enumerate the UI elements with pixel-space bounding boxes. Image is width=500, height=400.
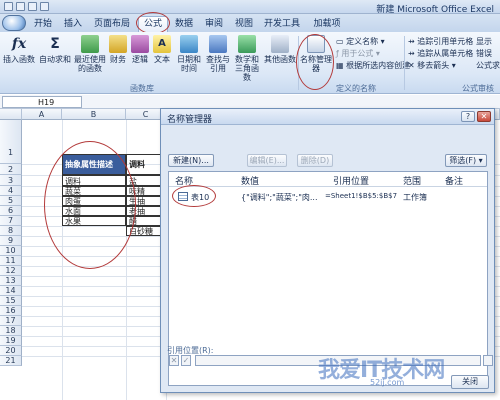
row-header[interactable]: 18	[0, 326, 22, 336]
name-row-scope: 工作簿	[403, 193, 427, 202]
error-check-item[interactable]: 错误	[476, 48, 492, 59]
use-in-formula-item[interactable]: ƒ 用于公式 ▾	[336, 48, 380, 59]
row-header[interactable]: 4	[0, 186, 22, 196]
new-name-button[interactable]: 新建(N)...	[168, 154, 214, 167]
sigma-icon: Σ	[50, 36, 60, 52]
cancel-edit-icon[interactable]: ✕	[169, 355, 179, 366]
select-all-corner[interactable]	[0, 109, 22, 120]
row-header[interactable]: 15	[0, 296, 22, 306]
book-gold-icon	[109, 35, 127, 53]
group-label-names: 定义的名称	[336, 84, 376, 93]
help-icon[interactable]: ?	[461, 111, 475, 122]
row-header[interactable]: 17	[0, 316, 22, 326]
tab-addins[interactable]: 加载项	[310, 17, 344, 32]
edit-name-button[interactable]: 编辑(E)...	[247, 154, 287, 167]
annotation-circle	[136, 12, 170, 34]
row-header[interactable]: 3	[0, 175, 22, 186]
name-row-value: {"调料";"蔬菜";"肉...	[241, 193, 318, 202]
ribbon: fx 插入函数 Σ 自动求和 最近使用的函数 财务 逻辑 A 文本 日期和时间 …	[0, 32, 500, 94]
confirm-edit-icon[interactable]: ✓	[181, 355, 191, 366]
row-header[interactable]: 1	[0, 120, 22, 164]
row-header[interactable]: 19	[0, 336, 22, 346]
name-row-ref: =Sheet1!$B$5:$B$7	[325, 192, 398, 200]
trace-dependents-item[interactable]: ⇸ 追踪从属单元格	[408, 48, 473, 59]
book-grey-icon	[271, 35, 289, 53]
other-functions-button[interactable]: 其他函数	[264, 35, 296, 64]
save-icon[interactable]	[16, 2, 25, 11]
group-label-library: 函数库	[130, 84, 154, 93]
row-header[interactable]: 20	[0, 346, 22, 356]
create-from-selection-item[interactable]: ▦ 根据所选内容创建	[336, 60, 410, 71]
row-header[interactable]: 9	[0, 236, 22, 246]
book-text-icon: A	[153, 35, 171, 53]
close-button[interactable]: 关闭	[451, 375, 489, 389]
row-header[interactable]: 12	[0, 266, 22, 276]
delete-name-button[interactable]: 删除(D)	[297, 154, 333, 167]
annotation-circle	[172, 185, 216, 207]
watermark-url: 52ij.com	[370, 378, 405, 387]
title-bar: 新建 Microsoft Office Excel	[0, 0, 500, 15]
financial-button[interactable]: 财务	[108, 35, 128, 64]
evaluate-formula-item[interactable]: 公式求	[476, 60, 500, 71]
office-button[interactable]	[2, 15, 26, 31]
book-math-icon	[238, 35, 256, 53]
lookup-button[interactable]: 查找与引用	[204, 35, 232, 73]
tab-review[interactable]: 审阅	[202, 17, 226, 32]
row-header[interactable]: 10	[0, 246, 22, 256]
show-formulas-item[interactable]: 显示	[476, 36, 492, 47]
math-button[interactable]: 数学和三角函数	[232, 35, 262, 82]
ribbon-tabs: 开始 插入 页面布局 公式 数据 审阅 视图 开发工具 加载项	[0, 14, 500, 32]
row-header[interactable]: 21	[0, 356, 22, 366]
filter-button[interactable]: 筛选(F) ▾	[445, 154, 487, 167]
row-header[interactable]: 16	[0, 306, 22, 316]
tab-page-layout[interactable]: 页面布局	[92, 17, 132, 32]
row-header[interactable]: 5	[0, 196, 22, 206]
book-clock-icon	[180, 35, 198, 53]
tab-developer[interactable]: 开发工具	[260, 17, 304, 32]
group-label-auditing: 公式审核	[462, 84, 494, 93]
tab-data[interactable]: 数据	[172, 17, 196, 32]
trace-precedents-item[interactable]: ⇸ 追踪引用单元格	[408, 36, 473, 47]
tab-view[interactable]: 视图	[232, 17, 256, 32]
row-header[interactable]: 8	[0, 226, 22, 236]
row-header[interactable]: 2	[0, 164, 22, 175]
autosum-button[interactable]: Σ 自动求和	[38, 35, 72, 64]
name-manager-dialog: 名称管理器 ? ✕ 新建(N)... 编辑(E)... 删除(D) 筛选(F) …	[160, 108, 495, 393]
column-header[interactable]: B	[62, 109, 126, 120]
text-button[interactable]: A 文本	[152, 35, 172, 64]
row-header[interactable]: 13	[0, 276, 22, 286]
define-name-item[interactable]: ▭ 定义名称 ▾	[336, 36, 385, 47]
book-blue-icon	[209, 35, 227, 53]
dialog-title-bar[interactable]: 名称管理器 ? ✕	[161, 109, 494, 125]
book-green-icon	[81, 35, 99, 53]
fx-icon: fx	[11, 36, 27, 52]
row-header[interactable]: 11	[0, 256, 22, 266]
column-header[interactable]: A	[22, 109, 62, 120]
annotation-circle	[296, 34, 334, 90]
insert-function-button[interactable]: fx 插入函数	[2, 35, 36, 64]
dialog-title: 名称管理器	[167, 115, 213, 125]
logical-button[interactable]: 逻辑	[130, 35, 150, 64]
tab-insert[interactable]: 插入	[60, 17, 86, 32]
undo-icon[interactable]	[28, 2, 37, 11]
redo-icon[interactable]	[40, 2, 49, 11]
excel-logo-icon	[4, 2, 13, 11]
annotation-circle	[44, 141, 136, 269]
recent-functions-button[interactable]: 最近使用的函数	[72, 35, 108, 73]
close-icon[interactable]: ✕	[477, 111, 491, 122]
row-header[interactable]: 7	[0, 216, 22, 226]
name-box[interactable]: H19	[2, 96, 82, 108]
formula-bar: H19	[0, 95, 500, 109]
book-purple-icon	[131, 35, 149, 53]
row-header[interactable]: 14	[0, 286, 22, 296]
datetime-button[interactable]: 日期和时间	[174, 35, 204, 73]
tab-home[interactable]: 开始	[30, 17, 56, 32]
remove-arrows-item[interactable]: ✕ 移去箭头 ▾	[408, 60, 456, 71]
row-header[interactable]: 6	[0, 206, 22, 216]
range-picker-icon[interactable]	[483, 355, 493, 366]
